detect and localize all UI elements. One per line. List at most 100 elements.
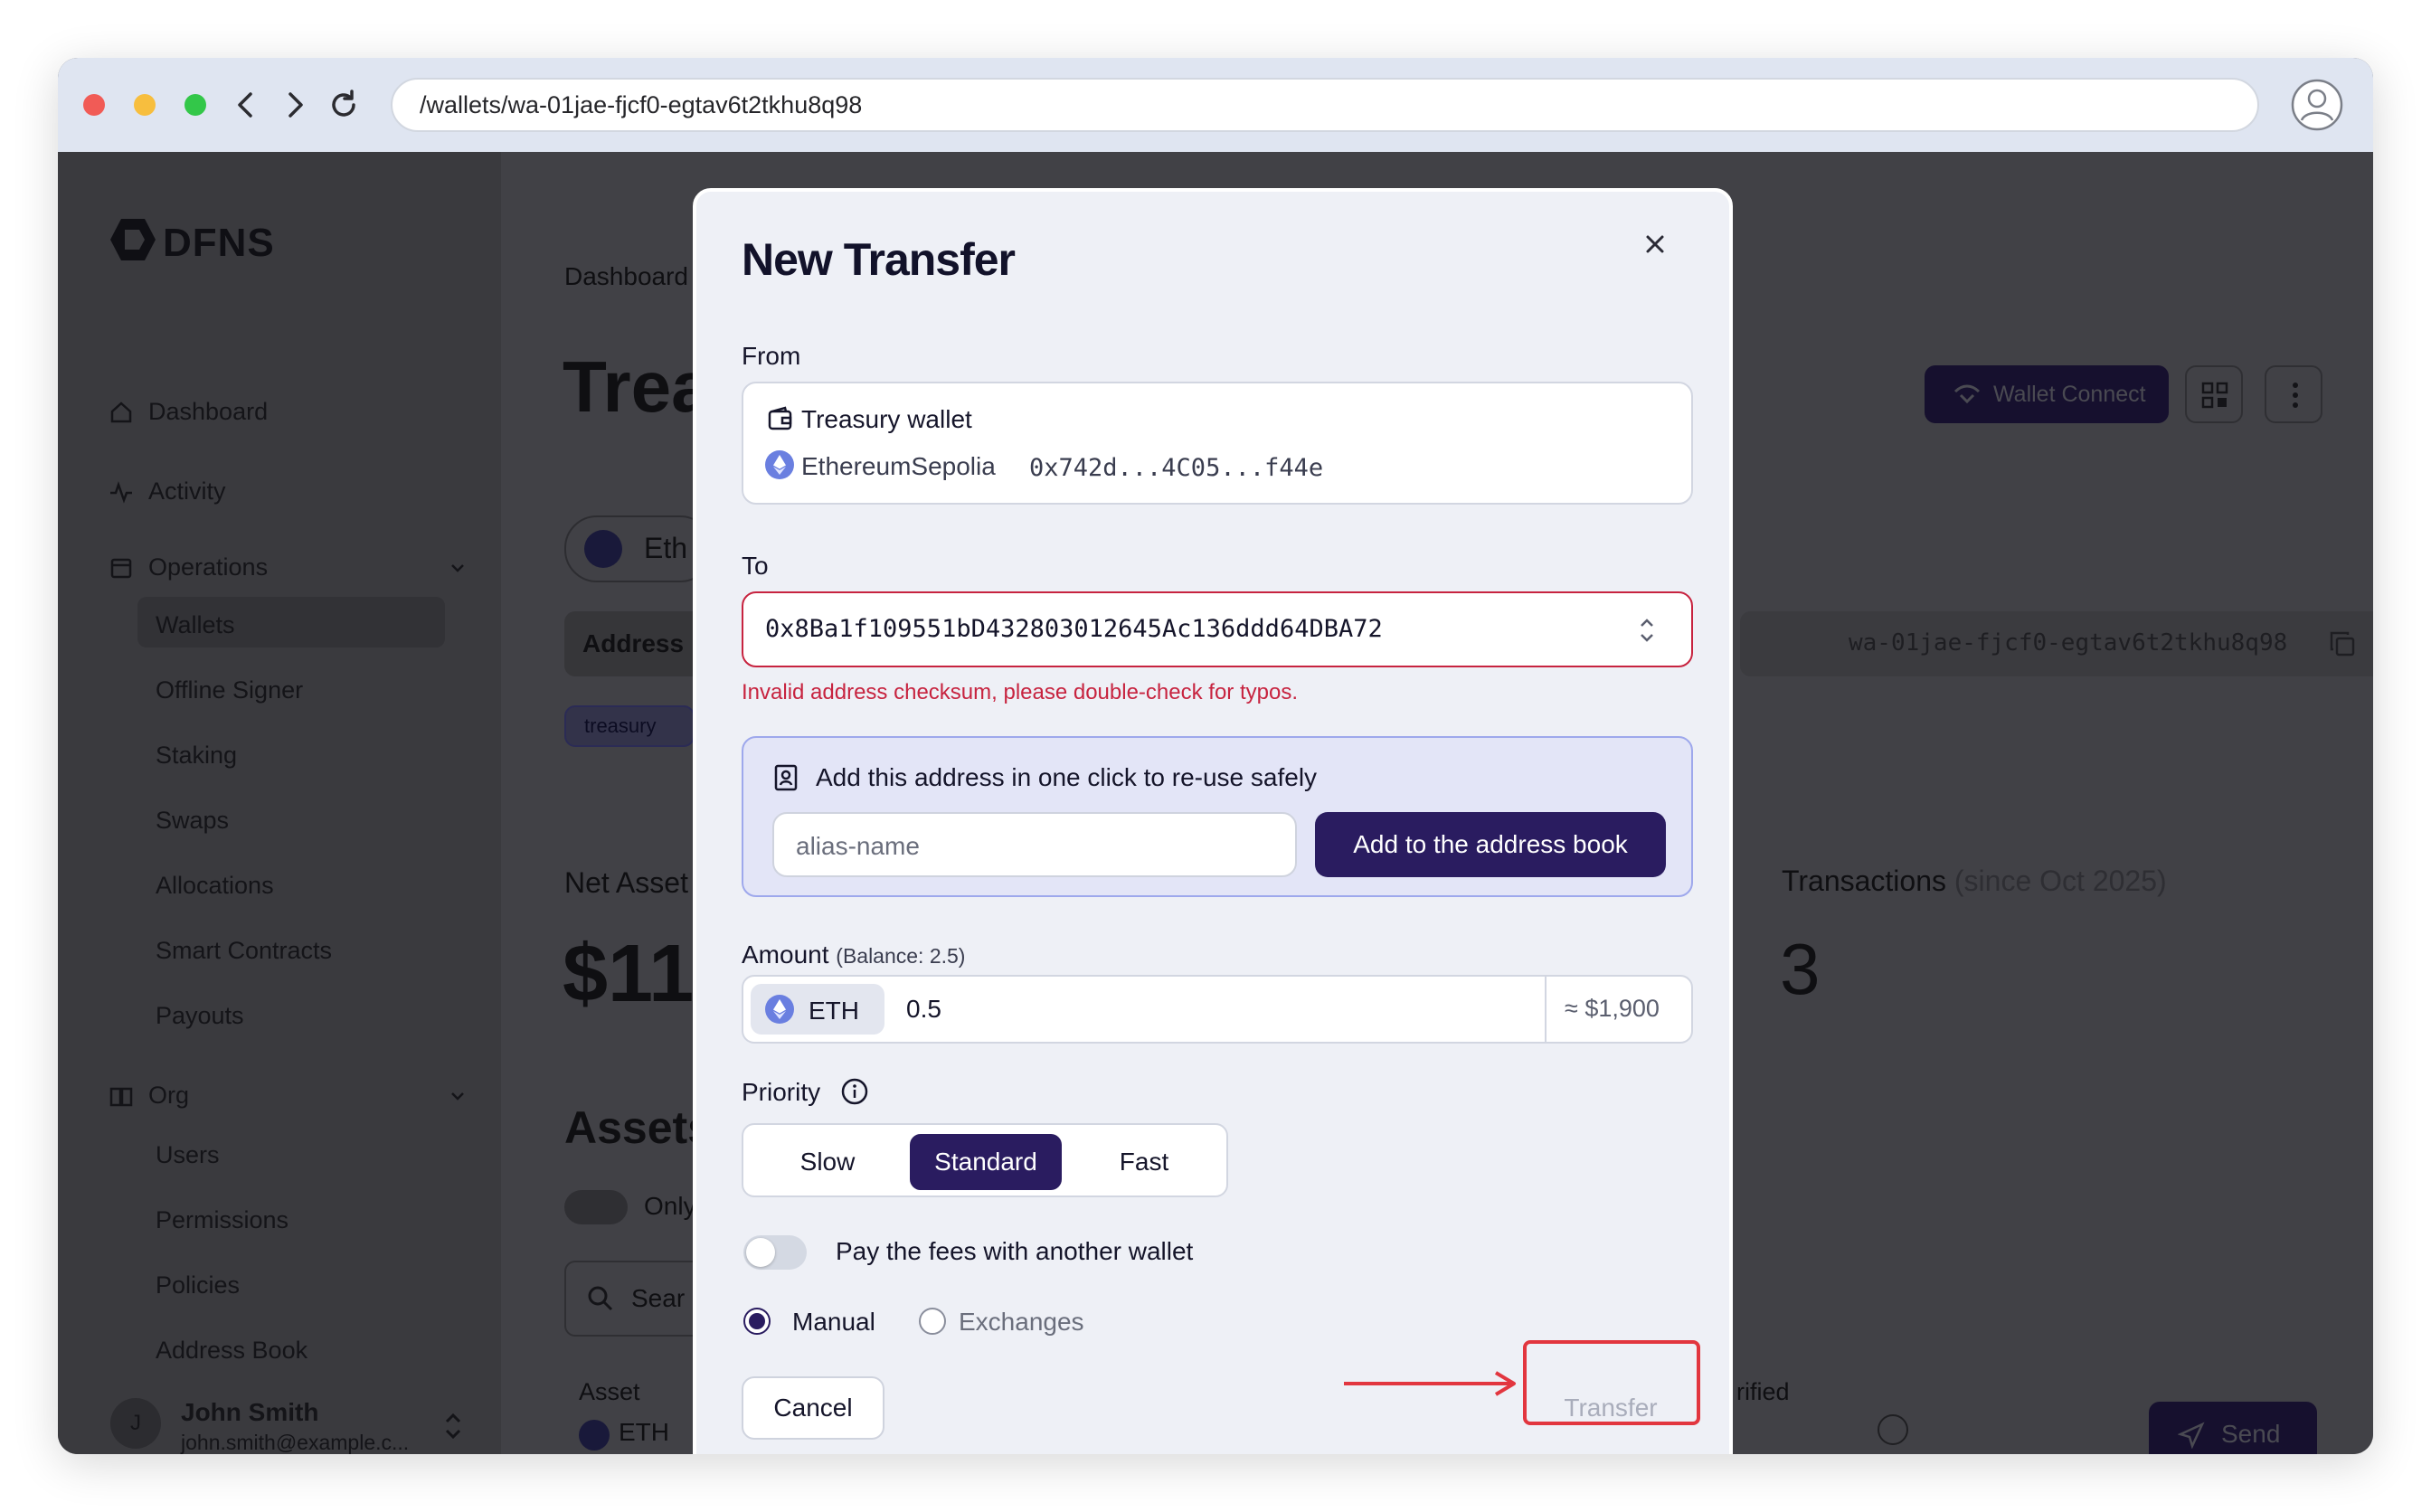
sidebar-item-address-book[interactable]: Address Book <box>156 1337 307 1365</box>
address-bar[interactable]: /wallets/wa-01jae-fjcf0-egtav6t2tkhu8q98 <box>391 78 2259 132</box>
radio-exchanges[interactable] <box>919 1308 946 1335</box>
chevron-updown-icon[interactable] <box>1635 615 1659 646</box>
priority-option-standard[interactable]: Standard <box>910 1134 1062 1190</box>
only-toggle[interactable] <box>564 1190 628 1224</box>
send-button[interactable]: Send <box>2149 1402 2317 1454</box>
to-address-error: Invalid address checksum, please double-… <box>742 680 1298 704</box>
from-address: 0x742d...4C05...f44e <box>1029 454 1324 482</box>
transactions-label: Transactions (since Oct 2025) <box>1782 865 2167 897</box>
alias-placeholder: alias-name <box>796 832 920 860</box>
search-icon <box>588 1286 613 1311</box>
calendar-icon <box>110 558 132 579</box>
copy-icon[interactable] <box>2328 629 2357 658</box>
book-icon <box>109 1087 133 1107</box>
sidebar-item-policies[interactable]: Policies <box>156 1271 240 1299</box>
to-label: To <box>742 552 769 580</box>
sidebar-item-allocations[interactable]: Allocations <box>156 872 274 900</box>
sidebar-item-staking[interactable]: Staking <box>156 742 237 770</box>
qr-code-button[interactable] <box>2185 365 2243 423</box>
radio-exchanges-label[interactable]: Exchanges <box>959 1308 1084 1337</box>
reload-icon[interactable] <box>322 83 365 127</box>
asset-selector[interactable]: ETH <box>751 984 884 1035</box>
add-to-address-book-button[interactable]: Add to the address book <box>1315 812 1666 877</box>
net-assets-label: Net Asset <box>564 866 688 899</box>
qr-code-icon <box>2201 382 2228 409</box>
maximize-window-button[interactable] <box>184 94 206 116</box>
from-label: From <box>742 342 801 370</box>
back-arrow-icon[interactable] <box>224 83 268 127</box>
transactions-value: 3 <box>1780 929 1821 1009</box>
sidebar-item-payouts[interactable]: Payouts <box>156 1002 244 1030</box>
kebab-menu-icon <box>2293 383 2298 408</box>
assets-heading: Assets <box>564 1102 713 1153</box>
dfns-logo-icon <box>110 219 156 260</box>
fee-wallet-toggle[interactable] <box>743 1235 807 1270</box>
sidebar-item-wallets[interactable]: Wallets <box>156 611 235 639</box>
logo-text: DFNS <box>163 221 275 265</box>
breadcrumb[interactable]: Dashboard <box>564 262 688 291</box>
radio-manual[interactable] <box>743 1308 771 1335</box>
wallet-id: wa-01jae-fjcf0-egtav6t2tkhu8q98 <box>1849 629 2288 657</box>
sidebar-item-permissions[interactable]: Permissions <box>156 1206 289 1234</box>
chevron-down-icon <box>451 564 464 572</box>
profile-icon[interactable] <box>2290 78 2344 132</box>
radio-manual-label[interactable]: Manual <box>792 1308 875 1337</box>
sidebar-item-smart-contracts[interactable]: Smart Contracts <box>156 937 332 965</box>
browser-window: /wallets/wa-01jae-fjcf0-egtav6t2tkhu8q98… <box>58 58 2373 1454</box>
from-network: EthereumSepolia <box>801 452 996 480</box>
address-book-prompt-text: Add this address in one click to re-use … <box>816 763 1318 791</box>
send-icon <box>2178 1422 2205 1449</box>
sidebar-item-users[interactable]: Users <box>156 1141 220 1169</box>
wallet-connect-button[interactable]: Wallet Connect <box>1925 365 2169 423</box>
contact-book-icon <box>774 764 798 791</box>
divider <box>1545 977 1547 1042</box>
user-name: John Smith <box>181 1398 319 1426</box>
amount-input[interactable]: 0.5 <box>906 995 941 1024</box>
chevron-updown-icon[interactable] <box>441 1411 465 1441</box>
info-icon[interactable] <box>839 1076 870 1107</box>
priority-option-fast[interactable]: Fast <box>1069 1134 1219 1190</box>
from-wallet-name: Treasury wallet <box>801 405 972 433</box>
cancel-button[interactable]: Cancel <box>742 1376 884 1440</box>
amount-label: Amount (Balance: 2.5) <box>742 940 966 969</box>
close-icon[interactable] <box>1637 226 1673 262</box>
asset-label: ETH <box>809 997 859 1025</box>
dialog-title: New Transfer <box>742 234 1016 285</box>
more-options-button[interactable] <box>2265 365 2322 423</box>
forward-arrow-icon[interactable] <box>273 83 317 127</box>
wallet-id-field: wa-01jae-fjcf0-egtav6t2tkhu8q98 <box>1740 611 2373 676</box>
page-title: Trea <box>563 346 712 427</box>
amount-usd: ≈ $1,900 <box>1565 995 1660 1022</box>
sidebar-item-offline-signer[interactable]: Offline Signer <box>156 676 303 704</box>
toggle-knob <box>746 1238 775 1267</box>
from-wallet-card: Treasury wallet EthereumSepolia 0x742d..… <box>742 382 1693 505</box>
sidebar-section-label: Operations <box>148 553 269 581</box>
new-transfer-dialog: New Transfer From Treasury wallet Ethere… <box>693 188 1733 1454</box>
priority-segmented-control: Slow Standard Fast <box>742 1123 1228 1197</box>
address-label: Address <box>582 629 685 657</box>
amount-input-group: ETH 0.5 ≈ $1,900 <box>742 975 1693 1044</box>
alias-name-input[interactable]: alias-name <box>772 812 1297 877</box>
wallet-icon <box>768 406 792 430</box>
sidebar-section-label: Org <box>148 1082 190 1109</box>
ethereum-icon <box>765 450 794 479</box>
table-row[interactable]: ETH <box>579 1418 669 1451</box>
to-address-input[interactable]: 0x8Ba1f109551bD432803012645Ac136ddd64DBA… <box>742 591 1693 667</box>
activity-icon <box>110 481 132 504</box>
network-chip[interactable]: Eth <box>564 515 713 582</box>
sidebar-item-label: Dashboard <box>148 398 269 425</box>
balance-text: (Balance: 2.5) <box>836 944 966 968</box>
priority-option-slow[interactable]: Slow <box>752 1134 903 1190</box>
close-window-button[interactable] <box>83 94 105 116</box>
home-icon <box>110 402 132 423</box>
minimize-window-button[interactable] <box>134 94 156 116</box>
avatar[interactable]: J <box>110 1398 161 1449</box>
to-address-value: 0x8Ba1f109551bD432803012645Ac136ddd64DBA… <box>765 615 1383 643</box>
verified-check-icon <box>1878 1414 1908 1445</box>
annotation-highlight-box <box>1523 1340 1700 1425</box>
user-email: john.smith@example.c... <box>181 1431 410 1454</box>
walletconnect-icon <box>1953 384 1981 404</box>
chevron-down-icon <box>451 1092 464 1101</box>
sidebar-item-swaps[interactable]: Swaps <box>156 807 229 835</box>
priority-label: Priority <box>742 1078 821 1106</box>
